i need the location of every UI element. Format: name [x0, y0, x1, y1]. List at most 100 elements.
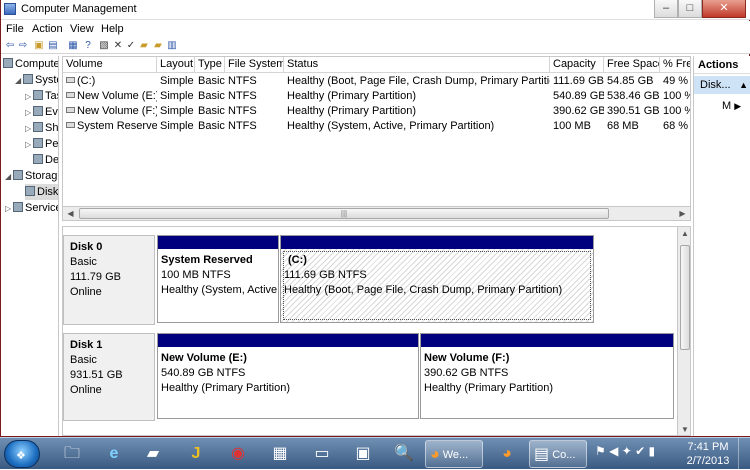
open-icon[interactable]: ▰	[152, 40, 164, 52]
help-icon[interactable]: ?	[82, 40, 94, 52]
forward-arrow-icon[interactable]: ⇨	[17, 40, 29, 52]
paint-button[interactable]: ▦	[260, 440, 300, 468]
collapse-up-icon[interactable]: ▲	[739, 76, 748, 94]
horizontal-scrollbar[interactable]: ◀ ||| ▶	[62, 206, 691, 221]
tree-item-task-scheduler[interactable]: ▷ Task	[25, 88, 58, 105]
show-desktop-button[interactable]	[738, 438, 750, 470]
expand-icon[interactable]: ▷	[25, 105, 33, 121]
firefox-window-button[interactable]: ◕ We...	[425, 440, 483, 468]
actions-disk-management[interactable]: Disk... ▲	[694, 76, 750, 94]
menu-action[interactable]: Action	[32, 23, 63, 35]
volume-icon	[66, 92, 75, 98]
speaker-icon[interactable]: ◀	[609, 444, 618, 458]
vertical-scrollbar[interactable]: ▲ ▼	[677, 227, 690, 435]
tree-item-event-viewer[interactable]: ▷ Ever	[25, 104, 58, 121]
partition-system-reserved[interactable]: System Reserved 100 MB NTFS Healthy (Sys…	[157, 235, 279, 323]
collapse-icon[interactable]: ◢	[15, 73, 23, 89]
tree-item-label: Disk	[37, 186, 59, 198]
menu-file[interactable]: File	[6, 23, 24, 35]
tree-item-services[interactable]: ▷ Service	[5, 200, 58, 217]
expand-icon[interactable]: ▷	[25, 89, 33, 105]
table-row[interactable]: (C:) Simple Basic NTFS Healthy (Boot, Pa…	[63, 74, 690, 89]
close-button[interactable]: ✕	[702, 0, 746, 18]
scrollbar-thumb[interactable]: |||	[79, 208, 609, 219]
actions-more[interactable]: M ▶	[722, 100, 741, 112]
tree-item-system-tools[interactable]: ◢ System	[15, 72, 58, 89]
tree-item-device-manager[interactable]: Devi	[33, 152, 58, 168]
firefox-button[interactable]: ◕	[487, 440, 527, 468]
monitor-button[interactable]: ▣	[343, 440, 383, 468]
tree-item-shared-folders[interactable]: ▷ Shar	[25, 120, 58, 137]
expand-icon[interactable]: ▷	[25, 121, 33, 137]
column-capacity[interactable]: Capacity	[550, 57, 604, 73]
table-row[interactable]: New Volume (F:) Simple Basic NTFS Health…	[63, 104, 690, 119]
chevron-right-icon: ▶	[734, 101, 742, 111]
partition-bar	[158, 236, 278, 249]
network-icon[interactable]: ▮	[649, 444, 656, 458]
up-folder-icon[interactable]: ▣	[33, 40, 45, 52]
flag-icon[interactable]: ⚑	[595, 444, 606, 458]
app-button[interactable]: ▰	[133, 440, 173, 468]
explorer-button[interactable]: 🗀	[52, 440, 92, 468]
disk-info[interactable]: Disk 0 Basic 111.79 GB Online	[63, 235, 155, 325]
scroll-left-icon[interactable]: ◀	[63, 207, 78, 220]
table-row[interactable]: New Volume (E:) Simple Basic NTFS Health…	[63, 89, 690, 104]
column-status[interactable]: Status	[284, 57, 550, 73]
internet-explorer-button[interactable]: e	[94, 440, 134, 468]
partition-bar	[158, 334, 418, 347]
tree-item-performance[interactable]: ▷ Perfo	[25, 136, 59, 153]
antivirus-icon[interactable]: ✔	[635, 444, 645, 458]
menu-view[interactable]: View	[70, 23, 94, 35]
search-file-button[interactable]: 🔍	[384, 440, 424, 468]
column-percent-free[interactable]: % Fre	[660, 57, 690, 73]
app-j-button[interactable]: J	[176, 440, 216, 468]
partition-label: New Volume (E:)	[161, 352, 247, 364]
app-red-button[interactable]: ◉	[218, 440, 258, 468]
menu-help[interactable]: Help	[101, 23, 124, 35]
cell-free-space: 68 MB	[607, 120, 639, 132]
cell-capacity: 100 MB	[553, 120, 591, 132]
scroll-down-icon[interactable]: ▼	[678, 423, 690, 435]
connect-icon[interactable]: ▧	[98, 40, 110, 52]
tree-item-storage[interactable]: ◢ Storag	[5, 168, 57, 184]
partition-f[interactable]: New Volume (F:) 390.62 GB NTFS Healthy (…	[420, 333, 674, 419]
expand-icon[interactable]: ▷	[5, 201, 13, 217]
show-hide-tree-icon[interactable]: ▤	[47, 40, 59, 52]
scroll-right-icon[interactable]: ▶	[675, 207, 690, 220]
volume-list: Volume Layout Type File System Status Ca…	[62, 56, 691, 221]
column-type[interactable]: Type	[195, 57, 225, 73]
cmd-button[interactable]: ▭	[302, 440, 342, 468]
column-file-system[interactable]: File System	[225, 57, 284, 73]
back-arrow-icon[interactable]: ⇦	[4, 40, 16, 52]
scrollbar-thumb[interactable]	[680, 245, 690, 350]
firefox-icon: ◕	[430, 446, 440, 464]
disk-info[interactable]: Disk 1 Basic 931.51 GB Online	[63, 333, 155, 421]
column-volume[interactable]: Volume	[63, 57, 157, 73]
column-layout[interactable]: Layout	[157, 57, 195, 73]
shield-icon[interactable]: ✦	[622, 444, 632, 458]
cell-volume: New Volume (E:)	[63, 89, 157, 104]
table-row[interactable]: System Reserved Simple Basic NTFS Health…	[63, 119, 690, 134]
expand-icon[interactable]: ▷	[25, 137, 33, 153]
partition-c[interactable]: (C:) 111.69 GB NTFS Healthy (Boot, Page …	[280, 235, 594, 323]
tree-item-label: Perfo	[45, 138, 59, 150]
folder-icon[interactable]: ▰	[138, 40, 150, 52]
start-button[interactable]: ❖	[4, 440, 40, 468]
computer-management-window-button[interactable]: ▤ Co...	[529, 440, 587, 468]
view-icon[interactable]: ▥	[166, 40, 178, 52]
tree-item-computer-management[interactable]: Compute	[3, 56, 58, 72]
maximize-button[interactable]: □	[678, 0, 702, 18]
delete-icon[interactable]: ✕	[112, 40, 124, 52]
tree-item-disk-management[interactable]: Disk	[25, 184, 58, 200]
column-free-space[interactable]: Free Space	[604, 57, 660, 73]
title-bar[interactable]: Computer Management ‒ □ ✕	[1, 0, 750, 20]
properties-icon[interactable]: ▦	[67, 40, 79, 52]
scroll-up-icon[interactable]: ▲	[678, 227, 690, 241]
collapse-icon[interactable]: ◢	[5, 169, 13, 185]
cell-layout: Simple	[160, 105, 194, 117]
computer-icon	[3, 58, 13, 68]
check-icon[interactable]: ✓	[125, 40, 137, 52]
clock[interactable]: 7:41 PM 2/7/2013	[683, 440, 733, 468]
minimize-button[interactable]: ‒	[654, 0, 678, 18]
partition-e[interactable]: New Volume (E:) 540.89 GB NTFS Healthy (…	[157, 333, 419, 419]
